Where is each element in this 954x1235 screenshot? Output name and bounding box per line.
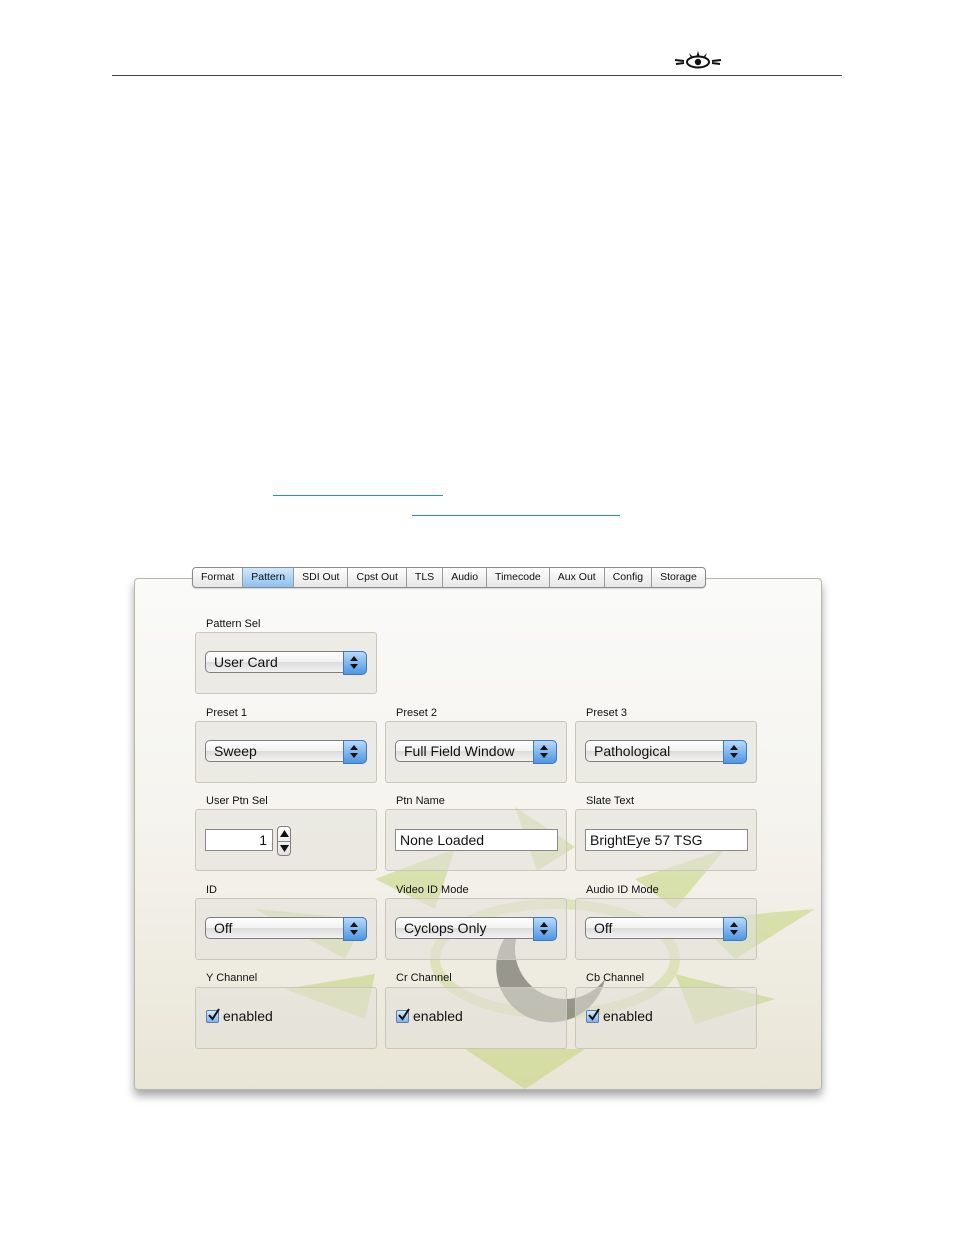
preset-3-group: Pathological	[575, 721, 757, 783]
checkmark-icon[interactable]	[586, 1007, 600, 1023]
ptn-name-group: None Loaded	[385, 809, 567, 871]
tab-storage[interactable]: Storage	[652, 568, 705, 587]
preset-1-label: Preset 1	[206, 707, 247, 719]
cr-channel-checkbox[interactable]: enabled	[396, 1007, 463, 1024]
preset-2-popup[interactable]: Full Field Window	[395, 740, 557, 764]
preset-3-popup[interactable]: Pathological	[585, 740, 747, 764]
hyperlink-underline[interactable]	[273, 495, 443, 496]
cb-channel-label: Cb Channel	[586, 972, 645, 984]
popup-value: Pathological	[594, 743, 671, 759]
popup-arrows-icon	[533, 917, 557, 941]
ptn-name-label: Ptn Name	[396, 795, 445, 807]
popup-arrows-icon	[533, 740, 557, 764]
eye-logo-icon	[674, 51, 722, 69]
hyperlink-underline[interactable]	[412, 515, 620, 516]
slate-text-group: BrightEye 57 TSG	[575, 809, 757, 871]
user-ptn-sel-input[interactable]: 1	[205, 829, 273, 851]
popup-arrows-icon	[343, 740, 367, 764]
tab-audio[interactable]: Audio	[443, 568, 488, 587]
slate-text-field[interactable]: BrightEye 57 TSG	[585, 829, 748, 851]
user-ptn-sel-group: 1	[195, 809, 377, 871]
cb-channel-group: enabled	[575, 987, 757, 1049]
popup-value: Off	[214, 920, 233, 936]
pattern-sel-label: Pattern Sel	[206, 618, 261, 630]
tab-config[interactable]: Config	[605, 568, 653, 587]
preset-2-group: Full Field Window	[385, 721, 567, 783]
checkmark-icon[interactable]	[206, 1007, 220, 1023]
y-channel-label: Y Channel	[206, 972, 258, 984]
user-ptn-sel-label: User Ptn Sel	[206, 795, 268, 807]
user-ptn-sel-stepper[interactable]	[277, 826, 291, 856]
popup-value: Sweep	[214, 743, 257, 759]
tab-bar: Format Pattern SDI Out Cpst Out TLS Audi…	[192, 567, 706, 588]
popup-arrows-icon	[343, 651, 367, 675]
id-popup[interactable]: Off	[205, 917, 367, 941]
checkbox-label: enabled	[413, 1008, 463, 1024]
popup-value: Off	[594, 920, 613, 936]
video-id-mode-label: Video ID Mode	[396, 884, 469, 896]
audio-id-mode-popup[interactable]: Off	[585, 917, 747, 941]
tab-format[interactable]: Format	[193, 568, 244, 587]
checkbox-label: enabled	[223, 1008, 273, 1024]
popup-value: Cyclops Only	[404, 920, 487, 936]
pattern-sel-group: User Card	[195, 632, 377, 694]
audio-id-mode-group: Off	[575, 898, 757, 960]
tab-timecode[interactable]: Timecode	[487, 568, 550, 587]
pattern-sel-popup[interactable]: User Card	[205, 651, 367, 675]
video-id-mode-popup[interactable]: Cyclops Only	[395, 917, 557, 941]
ptn-name-field[interactable]: None Loaded	[395, 829, 558, 851]
cr-channel-label: Cr Channel	[396, 972, 452, 984]
checkmark-icon[interactable]	[396, 1007, 410, 1023]
popup-arrows-icon	[343, 917, 367, 941]
y-channel-group: enabled	[195, 987, 377, 1049]
preset-1-popup[interactable]: Sweep	[205, 740, 367, 764]
checkbox-label: enabled	[603, 1008, 653, 1024]
popup-arrows-icon	[723, 740, 747, 764]
header-rule	[112, 75, 842, 76]
cr-channel-group: enabled	[385, 987, 567, 1049]
slate-text-label: Slate Text	[586, 795, 635, 807]
tab-tls[interactable]: TLS	[407, 568, 444, 587]
preset-1-group: Sweep	[195, 721, 377, 783]
popup-value: User Card	[214, 654, 278, 670]
preset-3-label: Preset 3	[586, 707, 627, 719]
tab-pattern[interactable]: Pattern	[243, 568, 295, 587]
id-group: Off	[195, 898, 377, 960]
stepper-down-icon[interactable]	[280, 845, 289, 852]
tab-aux-out[interactable]: Aux Out	[550, 568, 605, 587]
preset-2-label: Preset 2	[396, 707, 437, 719]
id-label: ID	[206, 884, 217, 896]
popup-value: Full Field Window	[404, 743, 515, 759]
popup-arrows-icon	[723, 917, 747, 941]
y-channel-checkbox[interactable]: enabled	[206, 1007, 273, 1024]
audio-id-mode-label: Audio ID Mode	[586, 884, 659, 896]
video-id-mode-group: Cyclops Only	[385, 898, 567, 960]
cb-channel-checkbox[interactable]: enabled	[586, 1007, 653, 1024]
tab-sdi-out[interactable]: SDI Out	[294, 568, 349, 587]
tab-cpst-out[interactable]: Cpst Out	[348, 568, 407, 587]
stepper-up-icon[interactable]	[280, 830, 289, 837]
